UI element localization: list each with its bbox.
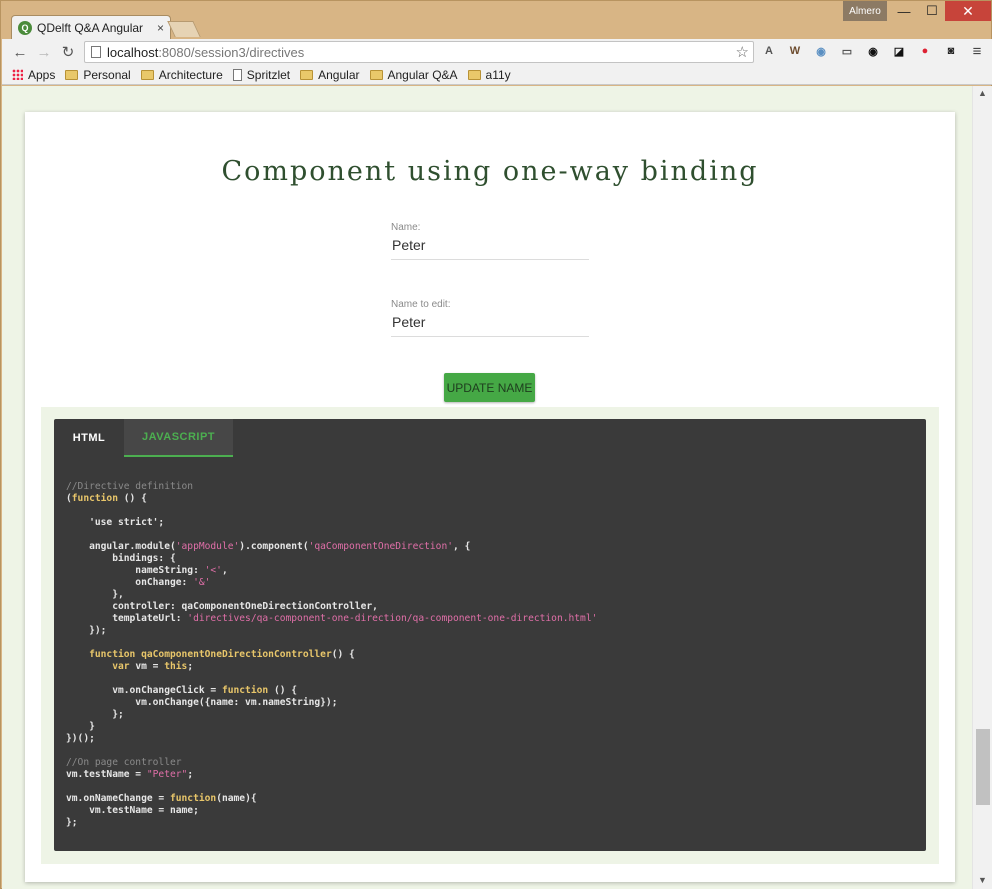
tab-title: QDelft Q&A Angular [37, 20, 144, 35]
page-title: Component using one-way binding [221, 156, 759, 187]
tab-close-icon[interactable]: × [157, 21, 164, 35]
bookmark-label: Personal [83, 67, 131, 82]
name-label: Name: [391, 222, 421, 233]
code-line: bindings: { [66, 553, 176, 564]
code-line: } [66, 721, 95, 732]
bookmark-spritzlet[interactable]: Spritzlet [232, 67, 291, 82]
code-example-section: HTML JAVASCRIPT //Directive definition (… [41, 407, 939, 864]
wappalyzer-extension-icon[interactable]: W [786, 42, 804, 60]
bookmark-a11y[interactable]: a11y [467, 67, 511, 82]
code-line: angular.module('appModule').component('q… [66, 541, 471, 552]
code-line: onChange: '&' [66, 577, 211, 588]
tab-html[interactable]: HTML [54, 419, 124, 457]
folder-icon [65, 69, 79, 80]
bookmarks-bar: Apps Personal Architecture Spritzlet Ang… [2, 65, 992, 85]
profile-badge[interactable]: Almero [843, 1, 887, 21]
reload-icon[interactable]: ↻ [56, 40, 80, 64]
code-line: //On page controller [66, 757, 182, 768]
url-path: :8080/session3/directives [158, 44, 305, 60]
code-line: //Directive definition [66, 481, 194, 492]
forward-icon[interactable]: → [32, 40, 56, 64]
browser-window: Q QDelft Q&A Angular × Almero — ☐ ✕ ← → … [0, 0, 992, 889]
browser-toolbar: ← → ↻ localhost:8080/session3/directives… [2, 39, 992, 65]
page-viewport: Component using one-way binding Name: Na… [2, 86, 992, 889]
code-line: }; [66, 817, 78, 828]
code-line: vm.onChangeClick = function () { [66, 685, 298, 696]
scrollbar-thumb[interactable] [976, 729, 990, 805]
close-window-button[interactable]: ✕ [945, 1, 991, 21]
scroll-down-arrow-icon[interactable]: ▼ [978, 875, 987, 885]
bookmark-label: Apps [28, 67, 56, 82]
folder-icon [300, 69, 314, 80]
favicon-icon: Q [18, 20, 32, 35]
code-line: vm.onNameChange = function(name){ [66, 793, 257, 804]
edit-name-field: Name to edit: [391, 299, 589, 337]
address-bar[interactable]: localhost:8080/session3/directives ☆ [84, 41, 754, 63]
edit-name-label: Name to edit: [391, 299, 451, 310]
capture-extension-icon[interactable]: ◙ [942, 42, 960, 60]
bookmark-angular-qa[interactable]: Angular Q&A [369, 67, 458, 82]
tab-javascript[interactable]: JAVASCRIPT [124, 419, 233, 457]
code-line: }; [66, 709, 124, 720]
bookmark-star-icon[interactable]: ☆ [736, 43, 749, 61]
code-line: 'use strict'; [66, 517, 165, 528]
page-icon [232, 68, 242, 81]
browser-tab[interactable]: Q QDelft Q&A Angular × [11, 15, 171, 39]
menu-icon[interactable]: ≡ [968, 42, 986, 60]
code-line: vm.onChange({name: vm.nameString}); [66, 697, 338, 708]
name-input[interactable] [391, 233, 589, 259]
bookmark-label: Architecture [158, 67, 223, 82]
extension-icons: A W ◉ ▭ ◉ ◪ ● ◙ ≡ [760, 42, 986, 60]
title-bar: Q QDelft Q&A Angular × Almero — ☐ ✕ [1, 1, 992, 39]
update-name-button[interactable]: UPDATE NAME [444, 373, 535, 402]
code-block: //Directive definition (function () { 'u… [66, 481, 597, 829]
content-card: Component using one-way binding Name: Na… [25, 112, 955, 882]
code-line: }, [66, 589, 124, 600]
page-icon [91, 46, 101, 58]
folder-icon [467, 69, 481, 80]
maximize-button[interactable]: ☐ [919, 1, 945, 21]
code-line: nameString: '<', [66, 565, 228, 576]
bookmark-label: Angular Q&A [387, 67, 458, 82]
minimize-button[interactable]: — [891, 1, 917, 21]
edit-name-input[interactable] [391, 310, 589, 336]
bookmark-personal[interactable]: Personal [65, 67, 131, 82]
new-tab-button[interactable] [167, 21, 201, 37]
code-line: controller: qaComponentOneDirectionContr… [66, 601, 378, 612]
cast-extension-icon[interactable]: ▭ [838, 42, 856, 60]
code-line: vm.testName = "Peter"; [66, 769, 194, 780]
code-line: }); [66, 625, 107, 636]
back-icon[interactable]: ← [8, 40, 32, 64]
code-line: })(); [66, 733, 95, 744]
bookmark-angular[interactable]: Angular [300, 67, 360, 82]
code-line: var vm = this; [112, 661, 194, 672]
bookmark-architecture[interactable]: Architecture [140, 67, 223, 82]
angular-extension-icon[interactable]: A [760, 42, 778, 60]
url-host: localhost [107, 44, 159, 60]
bookmark-label: a11y [485, 67, 511, 82]
code-tabs: HTML JAVASCRIPT [54, 419, 233, 457]
code-line: vm.testName = name; [66, 805, 199, 816]
code-panel: HTML JAVASCRIPT //Directive definition (… [54, 419, 926, 851]
color-extension-icon[interactable]: ● [916, 42, 934, 60]
scroll-up-arrow-icon[interactable]: ▲ [978, 88, 987, 98]
folder-icon [140, 69, 154, 80]
eye-extension-icon[interactable]: ◉ [864, 42, 882, 60]
contrast-extension-icon[interactable]: ◪ [890, 42, 908, 60]
code-line: (function () { [66, 493, 147, 504]
folder-icon [369, 69, 383, 80]
name-field: Name: [391, 222, 589, 260]
screenshot-extension-icon[interactable]: ◉ [812, 42, 830, 60]
bookmark-label: Angular [318, 67, 360, 82]
bookmark-label: Spritzlet [246, 67, 291, 82]
apps-grid-icon [12, 69, 23, 80]
vertical-scrollbar[interactable]: ▲ ▼ [972, 86, 992, 889]
code-line: templateUrl: 'directives/qa-component-on… [66, 613, 598, 624]
code-line: function qaComponentOneDirectionControll… [89, 649, 355, 660]
bookmark-apps[interactable]: Apps [12, 68, 55, 82]
